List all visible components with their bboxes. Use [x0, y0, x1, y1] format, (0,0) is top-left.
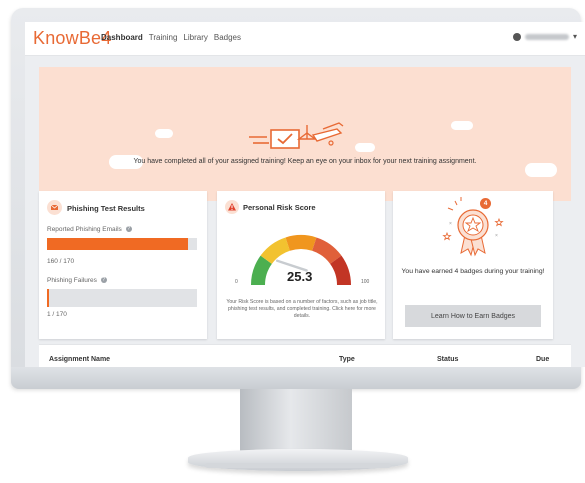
nav-library[interactable]: Library — [183, 33, 207, 42]
monitor-chin — [11, 367, 581, 389]
risk-score-value: 25.3 — [287, 269, 313, 284]
reported-emails-label-text: Reported Phishing Emails — [47, 226, 122, 233]
phishing-results-card: Phishing Test Results Reported Phishing … — [39, 191, 207, 339]
knowbe4-logo[interactable]: KnowBe4 — [33, 28, 111, 49]
reported-emails-value: 160 / 170 — [47, 258, 75, 265]
learn-earn-badges-button[interactable]: Learn How to Earn Badges — [405, 305, 541, 327]
paper-plane-envelope-icon — [249, 122, 344, 149]
cloud-decoration — [355, 143, 375, 152]
nav-training[interactable]: Training — [149, 33, 178, 42]
risk-card-title: Personal Risk Score — [243, 203, 316, 212]
risk-score-note[interactable]: Your Risk Score is based on a number of … — [225, 299, 379, 320]
user-menu[interactable]: ▾ — [512, 32, 577, 41]
chevron-down-icon: ▾ — [572, 32, 577, 41]
col-type[interactable]: Type — [339, 356, 355, 363]
banner-message: You have completed all of your assigned … — [133, 158, 477, 165]
gauge-max-label: 100 — [361, 279, 370, 285]
badges-earned-text: You have earned 4 badges during your tra… — [401, 268, 545, 275]
envelope-icon — [50, 204, 59, 210]
phishing-failures-label: Phishing Failures ? — [47, 277, 107, 284]
phishing-failures-bar — [47, 289, 197, 307]
assignments-table-header: Assignment Name Type Status Due — [39, 344, 571, 367]
svg-text:×: × — [449, 221, 452, 227]
col-status[interactable]: Status — [437, 356, 458, 363]
badge-count-circle: 4 — [480, 198, 491, 209]
user-icon — [512, 32, 521, 41]
phishing-card-title: Phishing Test Results — [67, 204, 145, 213]
col-due[interactable]: Due — [536, 356, 549, 363]
badge-count: 4 — [483, 200, 488, 207]
reported-emails-label: Reported Phishing Emails ? — [47, 226, 132, 233]
cloud-decoration — [155, 129, 173, 138]
gauge-segment — [285, 235, 317, 251]
reported-emails-bar — [47, 238, 197, 250]
monitor-stand-neck — [240, 389, 352, 451]
col-assignment-name[interactable]: Assignment Name — [49, 356, 110, 363]
phishing-failures-bar-fill — [47, 289, 49, 307]
completion-banner: You have completed all of your assigned … — [39, 67, 571, 201]
reported-emails-bar-fill — [47, 238, 188, 250]
help-icon[interactable]: ? — [100, 277, 107, 284]
badges-card: × × 4 You have earned 4 badges during yo… — [393, 191, 553, 339]
nav-dashboard[interactable]: Dashboard — [101, 33, 143, 42]
help-icon[interactable]: ? — [125, 226, 132, 233]
warning-icon — [225, 200, 239, 214]
nav-links: Dashboard Training Library Badges — [101, 33, 241, 42]
gauge-min-label: 0 — [235, 279, 238, 285]
screen: KnowBe4 Dashboard Training Library Badge… — [25, 22, 585, 367]
cloud-decoration — [451, 121, 473, 130]
phishing-card-icon — [47, 200, 62, 215]
svg-text:×: × — [495, 233, 498, 239]
phishing-failures-label-text: Phishing Failures — [47, 277, 97, 284]
cloud-decoration — [525, 163, 557, 177]
nav-badges[interactable]: Badges — [214, 33, 241, 42]
risk-score-card[interactable]: Personal Risk Score 25.3 0 100 Your Risk… — [217, 191, 385, 339]
user-name-blurred — [524, 33, 569, 40]
phishing-failures-value: 1 / 170 — [47, 311, 67, 318]
top-navbar: KnowBe4 Dashboard Training Library Badge… — [25, 22, 585, 56]
badge-ribbon-icon: × × — [442, 197, 504, 257]
monitor-stand-slit — [205, 463, 391, 468]
